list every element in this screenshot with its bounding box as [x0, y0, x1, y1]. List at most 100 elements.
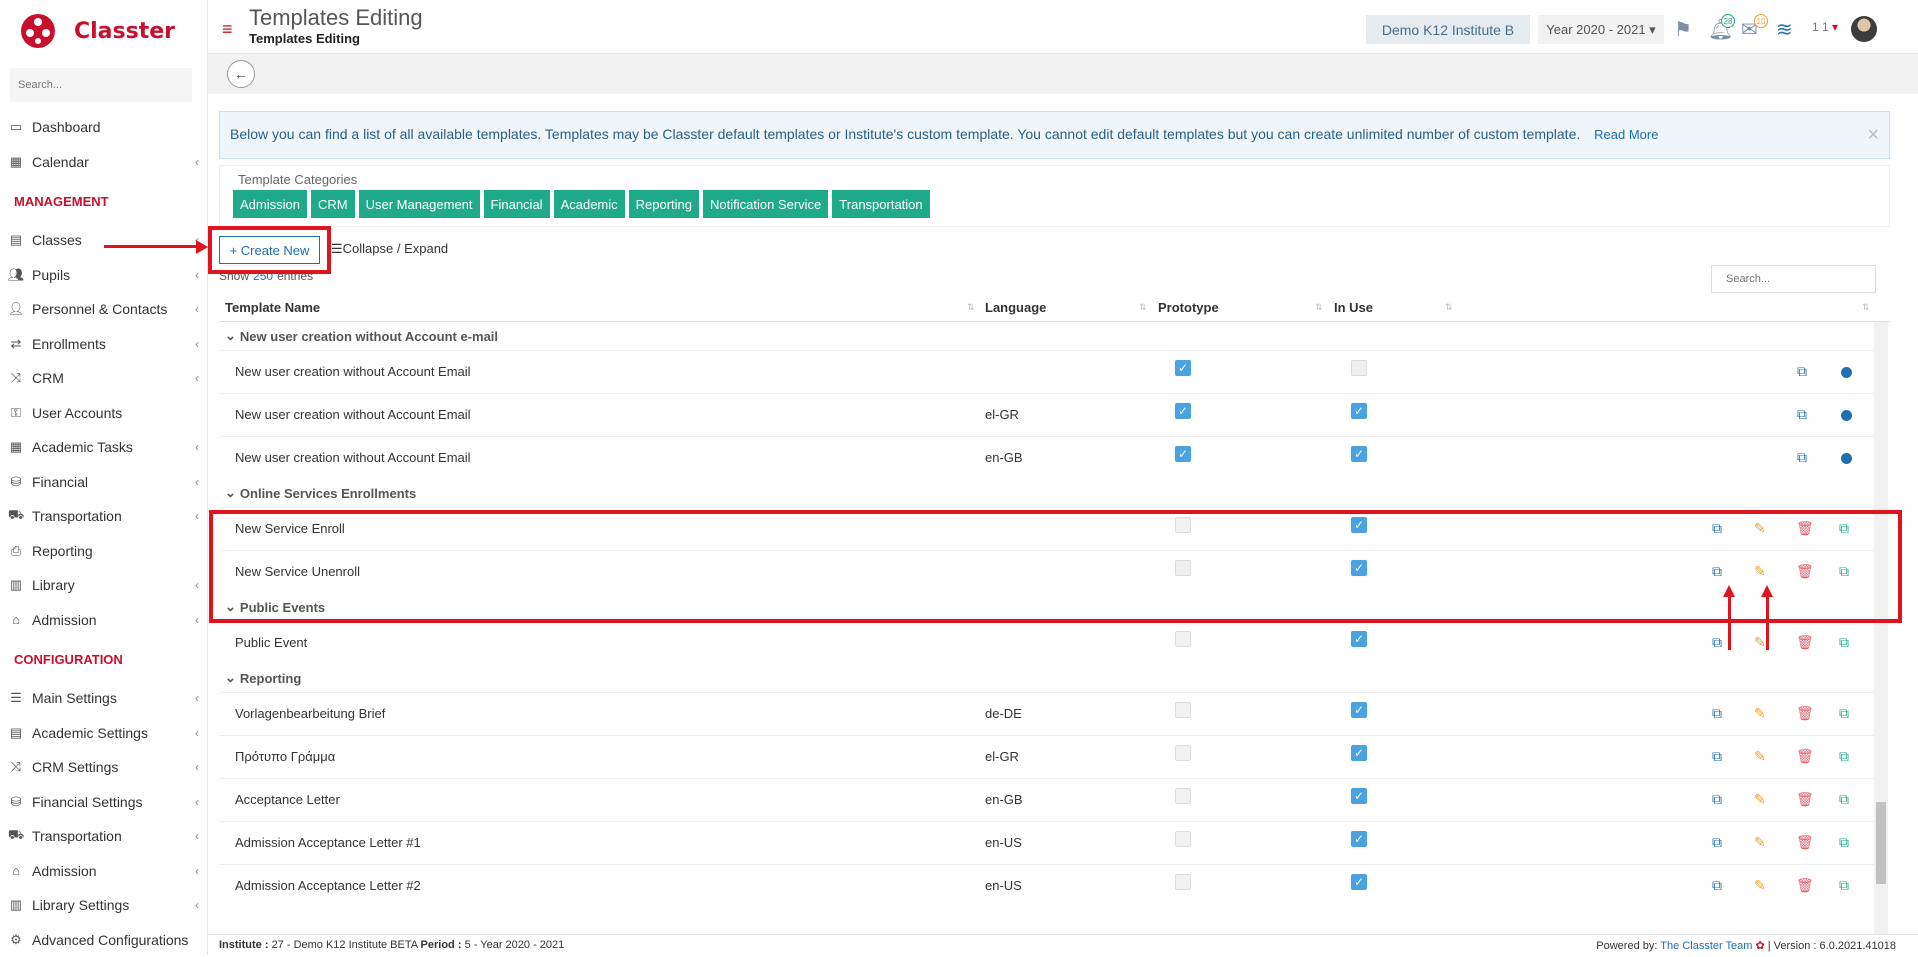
trash-icon[interactable]: 🗑︎	[1796, 877, 1814, 894]
sidebar-item-classes[interactable]: ▤Classes‹	[0, 223, 207, 258]
category-crm[interactable]: CRM	[311, 190, 355, 218]
duplicate-icon[interactable]: ⧉	[1839, 791, 1849, 808]
flag-icon[interactable]: ⚑	[1674, 17, 1692, 42]
sidebar-item-crm-settings[interactable]: ⤨CRM Settings‹	[0, 750, 207, 785]
sidebar-item-enrollments[interactable]: ⇄Enrollments‹	[0, 327, 207, 362]
col-language[interactable]: Language	[985, 300, 1046, 315]
table-scrollbar[interactable]	[1874, 322, 1888, 934]
group-row[interactable]: ⌄Online Services Enrollments	[219, 479, 1874, 507]
group-row[interactable]: ⌄Reporting	[219, 664, 1874, 692]
trash-icon[interactable]: 🗑︎	[1796, 705, 1814, 722]
duplicate-icon[interactable]: ⧉	[1839, 634, 1849, 651]
sidebar-item-admission[interactable]: ⌂Admission‹	[0, 854, 207, 889]
sidebar-item-transportation[interactable]: ⛟Transportation‹	[0, 499, 207, 534]
category-financial[interactable]: Financial	[484, 190, 550, 218]
scroll-thumb[interactable]	[1876, 802, 1886, 884]
table-row[interactable]: New user creation without Account Emaile…	[219, 436, 1874, 479]
copy-icon[interactable]: ⧉	[1712, 834, 1722, 851]
duplicate-icon[interactable]: ⧉	[1839, 834, 1849, 851]
group-row[interactable]: ⌄New user creation without Account e-mai…	[219, 322, 1874, 350]
category-reporting[interactable]: Reporting	[629, 190, 699, 218]
sidebar-item-dashboard[interactable]: ▭Dashboard	[0, 110, 207, 145]
sidebar-item-personnel-contacts[interactable]: 👤︎Personnel & Contacts‹	[0, 292, 207, 327]
copy-icon[interactable]: ⧉	[1712, 877, 1722, 894]
category-user-management[interactable]: User Management	[359, 190, 480, 218]
col-template-name[interactable]: Template Name	[225, 300, 320, 315]
year-selector[interactable]: Year 2020 - 2021 ▾	[1538, 15, 1664, 44]
menu-toggle-icon[interactable]: ≡	[222, 20, 233, 38]
duplicate-icon[interactable]: ⧉	[1839, 877, 1849, 894]
sidebar-item-user-accounts[interactable]: ⚿User Accounts	[0, 396, 207, 431]
category-transportation[interactable]: Transportation	[832, 190, 929, 218]
sidebar-item-financial[interactable]: ⛁Financial‹	[0, 465, 207, 500]
sidebar-item-crm[interactable]: ⤨CRM‹	[0, 361, 207, 396]
table-row[interactable]: Vorlagenbearbeitung Briefde-DE✓⧉✎🗑︎⧉	[219, 692, 1874, 735]
trash-icon[interactable]: 🗑︎	[1796, 834, 1814, 851]
copy-icon[interactable]: ⧉	[1712, 791, 1722, 808]
col-in-use[interactable]: In Use	[1334, 300, 1373, 315]
logo[interactable]: Classter	[0, 0, 207, 62]
category-admission[interactable]: Admission	[233, 190, 307, 218]
sort-icon[interactable]: ⇅	[1139, 302, 1147, 313]
sidebar-item-calendar[interactable]: ▦Calendar‹	[0, 145, 207, 180]
sidebar-item-main-settings[interactable]: ☰Main Settings‹	[0, 681, 207, 716]
duplicate-icon[interactable]: ⧉	[1839, 705, 1849, 722]
sidebar-item-academic-settings[interactable]: ▤Academic Settings‹	[0, 716, 207, 751]
sidebar-item-transportation[interactable]: ⛟Transportation‹	[0, 819, 207, 854]
sort-icon[interactable]: ⇅	[1445, 302, 1453, 313]
in-use-checkbox	[1351, 360, 1367, 376]
avatar[interactable]	[1851, 16, 1877, 42]
table-row[interactable]: Admission Acceptance Letter #2en-US✓⧉✎🗑︎…	[219, 864, 1874, 907]
sidebar-item-advanced-configurations[interactable]: ⚙Advanced Configurations	[0, 923, 207, 957]
sidebar-item-academic-tasks[interactable]: ▦Academic Tasks‹	[0, 430, 207, 465]
copy-icon[interactable]: ⧉	[1712, 705, 1722, 722]
copy-icon[interactable]: ⧉	[1712, 634, 1722, 651]
preview-icon[interactable]	[1841, 367, 1852, 378]
sidebar-item-library[interactable]: ▥Library‹	[0, 568, 207, 603]
duplicate-icon[interactable]: ⧉	[1839, 748, 1849, 765]
copy-icon[interactable]: ⧉	[1797, 363, 1807, 380]
table-search-input[interactable]	[1711, 265, 1876, 293]
pencil-icon[interactable]: ✎	[1754, 834, 1766, 851]
collapse-expand-button[interactable]: ☰Collapse / Expand	[331, 241, 448, 257]
pencil-icon[interactable]: ✎	[1754, 877, 1766, 894]
table-row[interactable]: Acceptance Letteren-GB✓⧉✎🗑︎⧉	[219, 778, 1874, 821]
user-count[interactable]: 1 1 ▾	[1812, 20, 1838, 34]
trash-icon[interactable]: 🗑︎	[1796, 748, 1814, 765]
preview-icon[interactable]	[1841, 410, 1852, 421]
copy-icon[interactable]: ⧉	[1712, 748, 1722, 765]
sidebar-item-financial-settings[interactable]: ⛁Financial Settings‹	[0, 785, 207, 820]
trash-icon[interactable]: 🗑︎	[1796, 791, 1814, 808]
table-row[interactable]: New user creation without Account Emaile…	[219, 393, 1874, 436]
col-prototype[interactable]: Prototype	[1158, 300, 1219, 315]
pencil-icon[interactable]: ✎	[1754, 705, 1766, 722]
pencil-icon[interactable]: ✎	[1754, 791, 1766, 808]
sort-icon[interactable]: ⇅	[1862, 302, 1870, 313]
pencil-icon[interactable]: ✎	[1754, 748, 1766, 765]
copy-icon[interactable]: ⧉	[1797, 406, 1807, 423]
close-icon[interactable]: ×	[1867, 124, 1879, 147]
sort-icon[interactable]: ⇅	[1315, 302, 1323, 313]
table-row[interactable]: Πρότυπο Γράμμαel-GR✓⧉✎🗑︎⧉	[219, 735, 1874, 778]
sidebar-item-admission[interactable]: ⌂Admission‹	[0, 603, 207, 638]
back-button[interactable]: ←	[227, 60, 255, 88]
category-notification-service[interactable]: Notification Service	[703, 190, 828, 218]
sidebar-item-library-settings[interactable]: ▥Library Settings‹	[0, 888, 207, 923]
sidebar-search-input[interactable]	[10, 68, 192, 102]
layers-icon[interactable]: ≋	[1776, 17, 1793, 42]
preview-icon[interactable]	[1841, 453, 1852, 464]
trash-icon[interactable]: 🗑︎	[1796, 634, 1814, 651]
read-more-link[interactable]: Read More	[1594, 127, 1658, 142]
pencil-icon[interactable]: ✎	[1754, 634, 1766, 651]
table-row[interactable]: Public Event✓⧉✎🗑︎⧉	[219, 621, 1874, 664]
table-row[interactable]: Admission Acceptance Letter #1en-US✓⧉✎🗑︎…	[219, 821, 1874, 864]
footer-team-link[interactable]: The Classter Team	[1660, 940, 1752, 952]
table-row[interactable]: New user creation without Account Email✓…	[219, 350, 1874, 393]
language-cell: en-US	[985, 835, 1022, 850]
copy-icon[interactable]: ⧉	[1797, 449, 1807, 466]
category-academic[interactable]: Academic	[554, 190, 625, 218]
sidebar-item-reporting[interactable]: ⎙Reporting	[0, 534, 207, 569]
sidebar-item-pupils[interactable]: 👥︎Pupils‹	[0, 258, 207, 293]
institute-selector[interactable]: Demo K12 Institute B	[1366, 15, 1530, 44]
sort-icon[interactable]: ⇅	[967, 302, 975, 313]
